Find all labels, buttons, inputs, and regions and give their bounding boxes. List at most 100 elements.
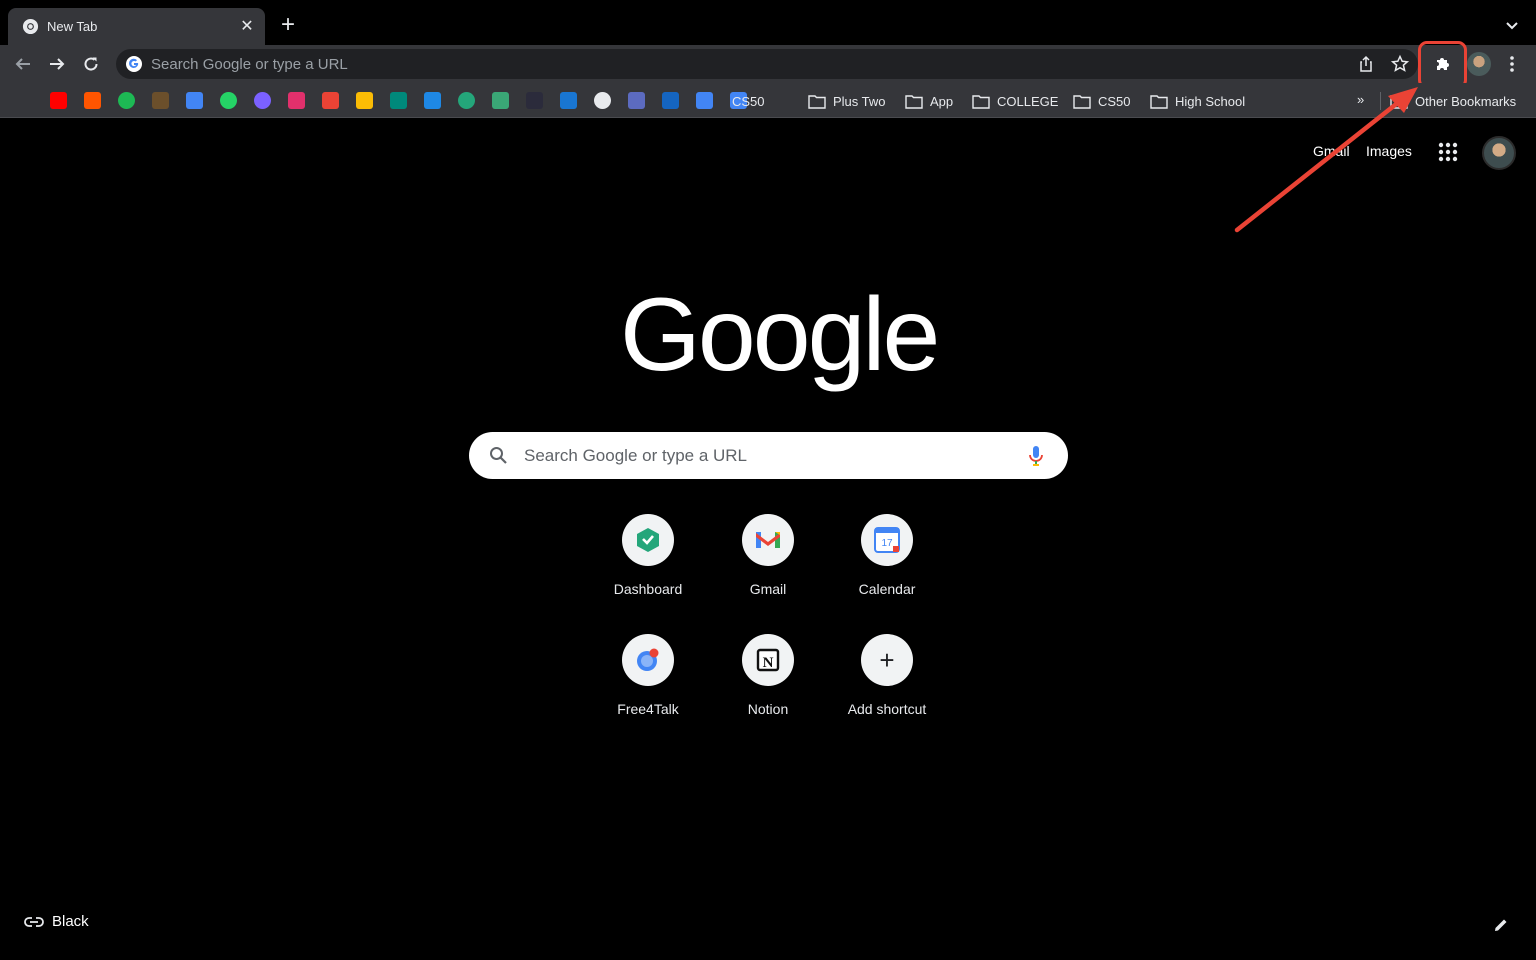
whatsapp-icon[interactable] [220,92,237,109]
search-box[interactable]: Search Google or type a URL [469,432,1068,479]
share-icon[interactable] [1356,54,1376,74]
shortcut-label: Add shortcut [847,701,927,717]
free4talk-icon [622,634,674,686]
bookmark-label: CS50 [1098,93,1131,109]
clock-icon[interactable] [594,92,611,109]
bookmark-label: Plus Two [833,93,886,109]
folder-icon [1073,94,1091,109]
address-bar[interactable]: Search Google or type a URL [116,49,1418,79]
shortcut-label: Gmail [749,581,787,597]
annotation-arrow [1234,87,1418,233]
bookmark-docs[interactable]: CS50 [732,91,765,111]
link-icon [24,916,44,927]
bookmark-label: CS50 [732,93,765,109]
add-shortcut-button[interactable]: + Add shortcut [827,634,947,744]
shortcut-label: Free4Talk [617,701,679,717]
calendar-icon: 17 [861,514,913,566]
bookmark-folder-plus-two[interactable]: Plus Two [808,91,886,111]
folder-icon [1390,94,1408,109]
gmail-icon[interactable] [322,92,339,109]
forward-button[interactable] [44,51,70,77]
tt-icon[interactable] [662,92,679,109]
chat-icon[interactable] [424,92,441,109]
folder-icon [905,94,923,109]
bookmark-folder-app[interactable]: App [905,91,953,111]
d-icon[interactable] [492,92,509,109]
other-bookmarks-folder[interactable]: Other Bookmarks [1390,91,1516,111]
drop-icon[interactable] [560,92,577,109]
gmail-icon [742,514,794,566]
google-g-icon [126,56,142,72]
theme-label: Black [52,913,89,930]
pinwheel-icon[interactable] [356,92,373,109]
menu-kebab-icon[interactable] [1502,53,1522,75]
customize-pencil-icon[interactable] [1492,916,1510,934]
profile-avatar[interactable] [1467,52,1491,76]
plus-glyph: + [879,645,895,675]
gmail-link[interactable]: Gmail [1313,143,1350,159]
shortcut-label: Notion [747,701,789,717]
folder-icon [808,94,826,109]
google-logo: Google [620,277,940,393]
dashboard-icon [622,514,674,566]
shortcut-calendar[interactable]: 17 Calendar [827,514,947,624]
annotation-highlight-box [1418,41,1467,89]
new-tab-button[interactable]: + [276,13,300,38]
shortcut-dashboard[interactable]: Dashboard [588,514,708,624]
back-arrow-icon [15,58,30,70]
more-bookmarks-button[interactable]: » [1357,92,1364,107]
forward-arrow-icon [50,58,65,70]
reload-icon [84,57,98,71]
chrome-icon [22,18,39,35]
theme-attribution-link[interactable]: Black [24,913,89,930]
bookmark-folder-cs50[interactable]: CS50 [1073,91,1131,111]
bookmarks-bar: CS50 Plus Two App COLLEGE CS50 High Scho… [0,83,1536,118]
tab-new-tab[interactable]: New Tab ✕ [8,8,265,46]
soundcloud-icon[interactable] [84,92,101,109]
notion-icon: N [742,634,794,686]
calendar-badge: 17 [881,538,893,549]
back-button[interactable] [10,51,36,77]
bookmark-star-icon[interactable] [1390,54,1410,74]
code-icon[interactable] [526,92,543,109]
microphone-icon[interactable] [1026,444,1046,468]
bookmark-label: App [930,93,954,109]
list-icon[interactable] [628,92,645,109]
search-input[interactable]: Search Google or type a URL [524,446,747,466]
shortcut-label: Dashboard [613,581,683,597]
reload-button[interactable] [78,51,104,77]
dashboard-icon[interactable] [458,92,475,109]
google-apps-icon[interactable] [1437,141,1459,163]
account-avatar[interactable] [1482,136,1516,170]
search-icon [490,447,507,464]
bookmark-label: COLLEGE [997,93,1059,109]
folder-icon [1150,94,1168,109]
app-icon[interactable] [152,92,169,109]
gs-icon[interactable] [696,92,713,109]
folder-icon [972,94,990,109]
shortcut-notion[interactable]: N Notion [708,634,828,744]
spotify-icon[interactable] [118,92,135,109]
bookmark-folder-college[interactable]: COLLEGE [972,91,1058,111]
notion-badge: N [763,655,774,671]
bookmark-label: High School [1175,93,1246,109]
tab-strip: New Tab ✕ + [0,0,1536,46]
chevron-down-icon[interactable] [1502,16,1522,36]
netflix-icon[interactable] [16,92,33,109]
messenger-icon[interactable] [254,92,271,109]
bookmark-folder-high-school[interactable]: High School [1150,91,1245,111]
bookmarks-divider [1380,92,1381,110]
other-bookmarks-label: Other Bookmarks [1415,93,1517,109]
instagram-icon[interactable] [288,92,305,109]
tab-title: New Tab [47,19,98,34]
meet-icon[interactable] [390,92,407,109]
shortcut-free4talk[interactable]: Free4Talk [588,634,708,744]
toolbar: Search Google or type a URL [0,41,1536,89]
close-tab-icon[interactable]: ✕ [237,17,257,37]
shortcut-label: Calendar [858,581,916,597]
images-link[interactable]: Images [1366,143,1412,159]
youtube-icon[interactable] [50,92,67,109]
calendar-icon[interactable] [186,92,203,109]
shortcut-gmail[interactable]: Gmail [708,514,828,624]
address-bar-placeholder: Search Google or type a URL [151,56,348,73]
